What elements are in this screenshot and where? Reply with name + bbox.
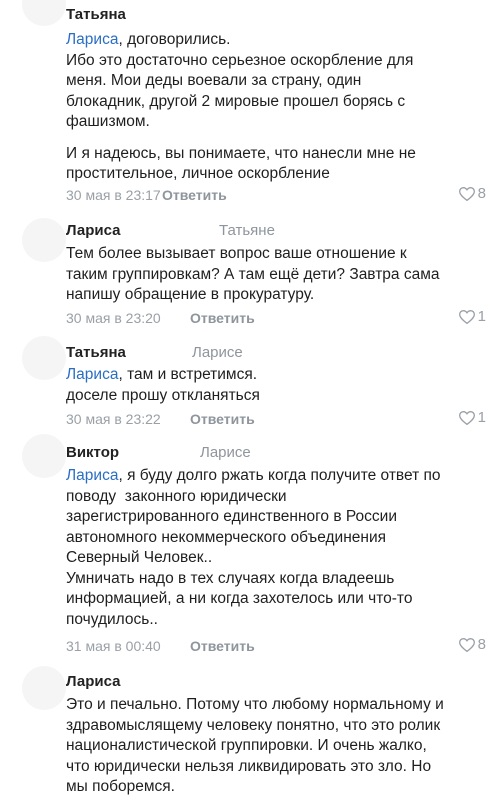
comment-3: Татьяна Ларисе Лариса, там и встретимся.… xyxy=(0,330,498,430)
comment-line: меня. Мои деды воевали за страну, один xyxy=(66,72,362,89)
comment-line: доселе прошу откланяться xyxy=(66,386,260,404)
comment-author[interactable]: Лариса xyxy=(66,673,121,690)
reply-to-name[interactable]: Ларисе xyxy=(192,344,243,361)
comment-body: Лариса, там и встретимся. доселе прошу о… xyxy=(66,365,491,406)
comment-line: Северный Человек.. xyxy=(66,549,213,566)
comment-line: Ибо это достаточно серьезное оскорбление… xyxy=(66,51,414,69)
comment-body: Лариса, договорились. Ибо это достаточно… xyxy=(66,30,491,185)
like-button[interactable]: 8 xyxy=(458,636,486,653)
comment-body: Тем более вызывает вопрос ваше отношение… xyxy=(66,244,491,306)
reply-to-name[interactable]: Татьяне xyxy=(219,222,275,239)
comment-line: Лариса, там и встретимся. xyxy=(66,365,491,386)
like-count: 8 xyxy=(477,636,486,653)
comment-line: фашизмом. xyxy=(66,113,150,130)
comment-line: таким группировкам? А там ещё дети? Завт… xyxy=(66,265,440,283)
comment-body: Лариса, я буду долго ржать когда получит… xyxy=(66,466,491,630)
comment-5: Лариса Это и печально. Потому что любому… xyxy=(0,660,498,800)
comment-line: почудилось.. xyxy=(66,610,158,628)
comment-line: что юридически нельзя ликвидировать это … xyxy=(66,757,432,775)
like-button[interactable]: 8 xyxy=(458,185,486,202)
reply-to-name[interactable]: Ларисе xyxy=(200,444,251,461)
comment-text: , там и встретимся. xyxy=(118,366,258,383)
comment-line: простительное, личное оскорбление xyxy=(66,165,330,182)
comment-line: блокадник, другой 2 мировые прошел боряс… xyxy=(66,92,406,110)
comment-1: Татьяна Лариса, договорились. Ибо это до… xyxy=(0,0,498,210)
avatar[interactable] xyxy=(22,434,66,478)
avatar[interactable] xyxy=(22,0,66,26)
comment-line: напишу обращение в прокуратуру. xyxy=(66,286,315,303)
heart-icon xyxy=(458,309,475,324)
comment-2: Лариса Татьяне Тем более вызывает вопрос… xyxy=(0,210,498,330)
avatar[interactable] xyxy=(22,666,66,710)
reply-button[interactable]: Ответить xyxy=(162,187,227,203)
mention-link[interactable]: Лариса xyxy=(66,31,118,48)
comment-line: информацией, а ни когда захотелось или ч… xyxy=(66,590,413,607)
comment-body: Это и печально. Потому что любому нормал… xyxy=(66,695,491,798)
comment-line: Лариса, я буду долго ржать когда получит… xyxy=(66,466,491,487)
comment-author[interactable]: Лариса xyxy=(66,222,121,239)
like-count: 1 xyxy=(477,308,486,325)
avatar[interactable] xyxy=(22,218,66,262)
comment-author[interactable]: Татьяна xyxy=(66,344,126,361)
like-button[interactable]: 1 xyxy=(458,409,486,426)
reply-button[interactable]: Ответить xyxy=(190,411,255,427)
reply-button[interactable]: Ответить xyxy=(190,638,255,654)
comment-text: , договорились. xyxy=(118,31,231,48)
comment-author[interactable]: Татьяна xyxy=(66,6,126,23)
comment-time[interactable]: 30 мая в 23:17 xyxy=(66,187,161,203)
comment-line: И я надеюсь, вы понимаете, что нанесли м… xyxy=(66,144,416,162)
like-button[interactable]: 1 xyxy=(458,308,486,325)
like-count: 1 xyxy=(477,409,486,426)
comment-time[interactable]: 31 мая в 00:40 xyxy=(66,638,161,654)
comment-line: мы поборемся. xyxy=(66,778,175,795)
comment-line: Лариса, договорились. xyxy=(66,30,491,51)
like-count: 8 xyxy=(477,185,486,202)
comment-line: Умничать надо в тех случаях когда владее… xyxy=(66,569,395,587)
mention-link[interactable]: Лариса xyxy=(66,467,118,484)
heart-icon xyxy=(458,637,475,652)
reply-button[interactable]: Ответить xyxy=(190,310,255,326)
heart-icon xyxy=(458,410,475,425)
comment-line: автономного некоммерческого объединения xyxy=(66,528,386,546)
comment-time[interactable]: 30 мая в 23:20 xyxy=(66,310,161,326)
comment-line: поводу законного юридически xyxy=(66,487,287,505)
comment-line: Тем более вызывает вопрос ваше отношение… xyxy=(66,245,407,262)
comment-line: националистической группировки. И очень … xyxy=(66,737,427,754)
avatar[interactable] xyxy=(22,336,66,380)
comment-4: Виктор Ларисе Лариса, я буду долго ржать… xyxy=(0,430,498,660)
comment-line: здравомыслящему человеку понятно, что эт… xyxy=(66,716,441,734)
comment-author[interactable]: Виктор xyxy=(66,444,119,461)
comment-text: , я буду долго ржать когда получите отве… xyxy=(118,467,441,484)
comment-line: зарегистрированного единственного в Росс… xyxy=(66,508,397,525)
comment-line: Это и печально. Потому что любому нормал… xyxy=(66,696,444,713)
comment-time[interactable]: 30 мая в 23:22 xyxy=(66,411,161,427)
heart-icon xyxy=(458,186,475,201)
mention-link[interactable]: Лариса xyxy=(66,366,118,383)
